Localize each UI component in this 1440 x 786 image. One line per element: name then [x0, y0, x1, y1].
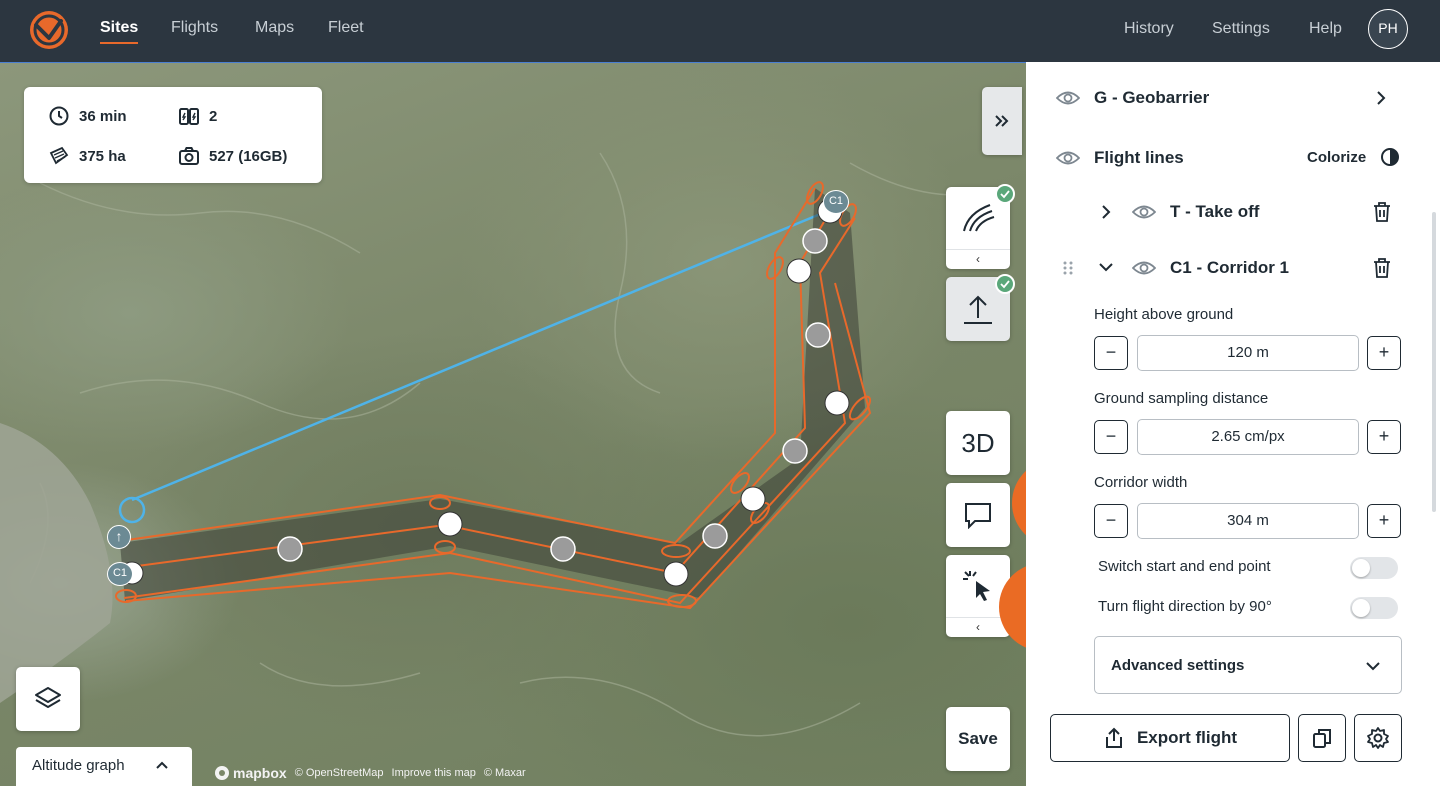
lake-area	[0, 423, 113, 703]
photos-value: 527 (16GB)	[209, 147, 288, 165]
upload-arrow-icon	[964, 295, 992, 324]
trash-icon[interactable]	[1372, 201, 1392, 223]
flight-settings-button[interactable]	[1354, 714, 1402, 762]
nav-maps[interactable]: Maps	[255, 18, 294, 44]
expand-chevron-icon[interactable]: ‹	[946, 249, 1010, 269]
gsd-label: Ground sampling distance	[1094, 390, 1269, 407]
map-attribution: mapbox © OpenStreetMap Improve this map …	[214, 765, 526, 781]
flight-settings-panel: G - Geobarrier Flight lines Colorize T -…	[1026, 62, 1440, 786]
user-avatar[interactable]: PH	[1368, 9, 1408, 49]
corridor-start-marker[interactable]: C1	[107, 562, 133, 586]
comment-button[interactable]	[946, 483, 1010, 547]
corridor-bands	[115, 181, 872, 610]
duration-stat: 36 min	[48, 105, 127, 127]
duration-value: 36 min	[79, 107, 127, 125]
eye-icon[interactable]	[1056, 149, 1080, 167]
flight-lines-icon	[963, 204, 995, 232]
top-navigation-bar: Sites Flights Maps Fleet History Setting…	[0, 0, 1440, 62]
eye-icon[interactable]	[1132, 259, 1156, 277]
height-decrease-button[interactable]: −	[1094, 336, 1128, 370]
copy-icon	[1313, 729, 1331, 748]
corridor-item[interactable]: C1 - Corridor 1	[1170, 258, 1289, 278]
chevron-down-icon[interactable]	[1098, 260, 1114, 274]
batteries-stat: 2	[178, 105, 217, 127]
chevron-up-icon	[154, 757, 170, 777]
take-off-item[interactable]: T - Take off	[1170, 202, 1259, 222]
layers-button[interactable]	[16, 667, 80, 731]
gsd-input[interactable]: 2.65 cm/px	[1137, 419, 1359, 455]
turn-direction-label: Turn flight direction by 90°	[1098, 598, 1272, 615]
clock-icon	[49, 106, 69, 126]
drag-handle-icon[interactable]	[1062, 260, 1074, 276]
batteries-value: 2	[209, 107, 218, 125]
chevron-right-icon[interactable]	[1374, 90, 1388, 106]
maxar-attribution[interactable]: © Maxar	[484, 767, 526, 779]
switch-start-end-label: Switch start and end point	[1098, 558, 1271, 575]
cursor-click-icon	[963, 571, 990, 601]
turn-direction-toggle[interactable]	[1350, 597, 1398, 619]
battery-icon	[179, 108, 199, 125]
advanced-settings-label: Advanced settings	[1111, 657, 1245, 674]
switch-start-end-toggle[interactable]	[1350, 557, 1398, 579]
area-stat: 375 ha	[48, 145, 126, 167]
nav-settings[interactable]: Settings	[1212, 19, 1270, 45]
width-input[interactable]: 304 m	[1137, 503, 1359, 539]
advanced-settings-dropdown[interactable]: Advanced settings	[1094, 636, 1402, 694]
brand-logo-icon[interactable]	[30, 11, 68, 49]
transit-route-line	[131, 208, 831, 502]
altitude-graph-label: Altitude graph	[32, 757, 125, 774]
3d-view-button[interactable]: 3D	[946, 411, 1010, 475]
mapbox-logo[interactable]: mapbox	[214, 765, 287, 781]
panel-scrollbar[interactable]	[1432, 212, 1436, 512]
gsd-decrease-button[interactable]: −	[1094, 420, 1128, 454]
eye-icon[interactable]	[1056, 89, 1080, 107]
contrast-icon[interactable]	[1380, 147, 1400, 167]
width-increase-button[interactable]: +	[1367, 504, 1401, 538]
osm-attribution[interactable]: © OpenStreetMap	[295, 767, 384, 779]
gear-icon	[1367, 727, 1389, 749]
trash-icon[interactable]	[1372, 257, 1392, 279]
double-chevron-right-icon	[995, 115, 1009, 127]
nav-sites[interactable]: Sites	[100, 18, 139, 44]
corridor-end-marker[interactable]: C1	[823, 190, 849, 214]
altitude-graph-toggle[interactable]: Altitude graph	[16, 747, 192, 786]
corridor-width-label: Corridor width	[1094, 474, 1188, 491]
save-button[interactable]: Save	[946, 707, 1010, 771]
layers-icon	[35, 687, 61, 708]
improve-map-link[interactable]: Improve this map	[392, 767, 476, 779]
geobarrier-title[interactable]: G - Geobarrier	[1094, 88, 1209, 108]
map-view[interactable]: ↑ C1 C1 36 min 2 375 ha 527 (16GB) ‹ 3D …	[0, 62, 1026, 786]
eye-icon[interactable]	[1132, 203, 1156, 221]
gsd-increase-button[interactable]: +	[1367, 420, 1401, 454]
flight-lines-title: Flight lines	[1094, 148, 1184, 167]
width-decrease-button[interactable]: −	[1094, 504, 1128, 538]
camera-icon	[179, 147, 199, 165]
check-badge-icon	[995, 274, 1015, 294]
mapbox-icon	[215, 766, 229, 780]
export-flight-label: Export flight	[1136, 728, 1238, 747]
export-icon	[1105, 727, 1122, 748]
nav-help[interactable]: Help	[1309, 19, 1342, 45]
height-label: Height above ground	[1094, 306, 1234, 323]
nav-fleet[interactable]: Fleet	[328, 18, 364, 44]
take-off-marker[interactable]: ↑	[107, 525, 131, 549]
chevron-right-icon[interactable]	[1099, 204, 1113, 220]
area-icon	[49, 146, 69, 165]
height-input[interactable]: 120 m	[1137, 335, 1359, 371]
export-flight-button[interactable]: Export flight	[1050, 714, 1290, 762]
nav-flights[interactable]: Flights	[171, 18, 218, 44]
nav-history[interactable]: History	[1124, 19, 1174, 45]
comment-icon	[965, 503, 991, 529]
chevron-down-icon	[1366, 662, 1380, 671]
check-badge-icon	[995, 184, 1015, 204]
area-value: 375 ha	[79, 147, 126, 165]
photos-stat: 527 (16GB)	[178, 145, 287, 167]
flight-stats-card: 36 min 2 375 ha 527 (16GB)	[24, 87, 322, 183]
collapse-panel-button[interactable]	[982, 87, 1022, 155]
colorize-label[interactable]: Colorize	[1307, 149, 1366, 166]
duplicate-button[interactable]	[1298, 714, 1346, 762]
height-increase-button[interactable]: +	[1367, 336, 1401, 370]
